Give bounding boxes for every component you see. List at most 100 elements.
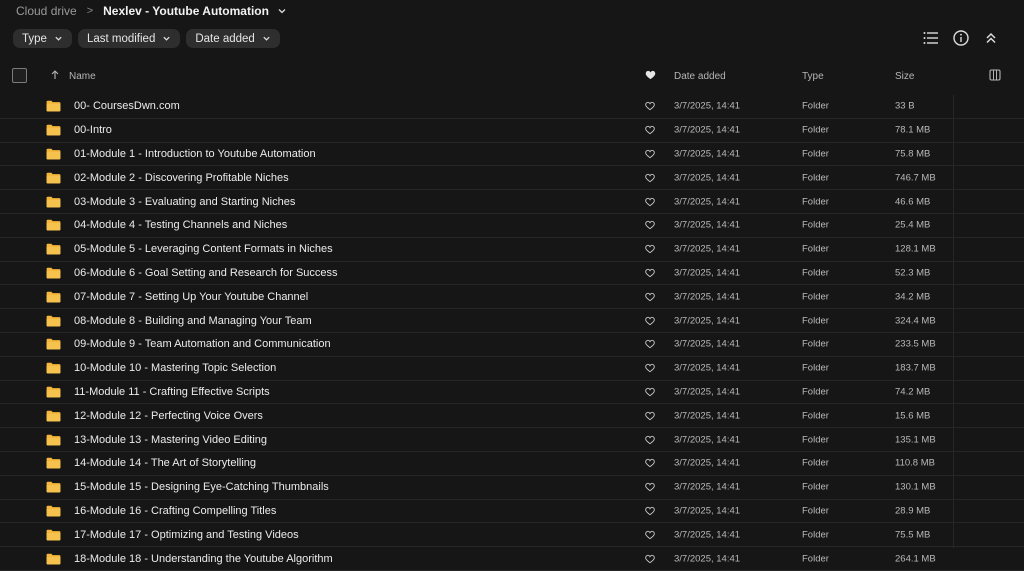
file-size: 78.1 MB bbox=[895, 124, 931, 136]
list-item[interactable]: 03-Module 3 - Evaluating and Starting Ni… bbox=[0, 190, 1024, 214]
sort-ascending-icon[interactable] bbox=[51, 70, 59, 83]
file-type: Folder bbox=[802, 243, 829, 255]
file-size: 15.6 MB bbox=[895, 410, 931, 422]
heart-outline-icon[interactable] bbox=[645, 506, 655, 516]
file-type: Folder bbox=[802, 505, 829, 517]
folder-icon bbox=[46, 505, 61, 517]
file-size: 264.1 MB bbox=[895, 553, 936, 565]
filter-date-added[interactable]: Date added bbox=[186, 29, 280, 48]
file-size: 233.5 MB bbox=[895, 338, 936, 350]
heart-outline-icon[interactable] bbox=[645, 292, 655, 301]
heart-outline-icon[interactable] bbox=[645, 173, 655, 183]
chevron-down-icon bbox=[54, 34, 63, 43]
file-name: 01-Module 1 - Introduction to Youtube Au… bbox=[74, 147, 316, 160]
file-size: 75.5 MB bbox=[895, 529, 931, 541]
list-item[interactable]: 00-Intro 3/7/2025, 14:41 Folder 78.1 MB bbox=[0, 119, 1024, 143]
column-header-size[interactable]: Size bbox=[895, 71, 914, 82]
list-item[interactable]: 04-Module 4 - Testing Channels and Niche… bbox=[0, 214, 1024, 238]
file-size: 46.6 MB bbox=[895, 196, 931, 208]
file-type: Folder bbox=[802, 553, 829, 565]
list-view-icon[interactable] bbox=[922, 29, 940, 47]
file-name: 08-Module 8 - Building and Managing Your… bbox=[74, 314, 312, 327]
heart-outline-icon[interactable] bbox=[645, 126, 655, 135]
date-added: 3/7/2025, 14:41 bbox=[674, 410, 741, 422]
file-name: 00-Intro bbox=[74, 124, 112, 137]
file-type: Folder bbox=[802, 196, 829, 208]
chevron-down-icon bbox=[162, 34, 171, 43]
list-item[interactable]: 05-Module 5 - Leveraging Content Formats… bbox=[0, 238, 1024, 262]
file-size: 28.9 MB bbox=[895, 505, 931, 517]
file-name: 16-Module 16 - Crafting Compelling Title… bbox=[74, 504, 277, 517]
list-item[interactable]: 06-Module 6 - Goal Setting and Research … bbox=[0, 262, 1024, 286]
list-item[interactable]: 11-Module 11 - Crafting Effective Script… bbox=[0, 381, 1024, 405]
file-name: 02-Module 2 - Discovering Profitable Nic… bbox=[74, 171, 289, 184]
heart-outline-icon[interactable] bbox=[645, 459, 655, 468]
list-item[interactable]: 07-Module 7 - Setting Up Your Youtube Ch… bbox=[0, 285, 1024, 310]
heart-outline-icon[interactable] bbox=[645, 102, 655, 111]
list-item[interactable]: 08-Module 8 - Building and Managing Your… bbox=[0, 309, 1024, 333]
date-added: 3/7/2025, 14:41 bbox=[674, 553, 741, 565]
list-item[interactable]: 01-Module 1 - Introduction to Youtube Au… bbox=[0, 143, 1024, 167]
file-type: Folder bbox=[802, 219, 829, 231]
heart-outline-icon[interactable] bbox=[645, 482, 655, 492]
list-item[interactable]: 18-Module 18 - Understanding the Youtube… bbox=[0, 547, 1024, 571]
filter-last-modified[interactable]: Last modified bbox=[77, 29, 181, 48]
breadcrumb-root[interactable]: Cloud drive bbox=[16, 4, 77, 18]
file-name: 09-Module 9 - Team Automation and Commun… bbox=[74, 338, 331, 351]
heart-outline-icon[interactable] bbox=[645, 197, 655, 206]
date-added: 3/7/2025, 14:41 bbox=[674, 315, 741, 327]
heart-outline-icon[interactable] bbox=[645, 244, 655, 254]
select-all-checkbox[interactable] bbox=[12, 68, 27, 83]
heart-outline-icon[interactable] bbox=[645, 149, 655, 159]
file-type: Folder bbox=[802, 267, 829, 279]
file-size: 25.4 MB bbox=[895, 219, 931, 231]
column-header-type[interactable]: Type bbox=[802, 71, 824, 82]
heart-outline-icon[interactable] bbox=[645, 221, 655, 230]
date-added: 3/7/2025, 14:41 bbox=[674, 148, 741, 160]
list-item[interactable]: 16-Module 16 - Crafting Compelling Title… bbox=[0, 500, 1024, 524]
info-icon[interactable] bbox=[952, 29, 970, 47]
file-size: 110.8 MB bbox=[895, 457, 935, 469]
chevron-down-icon[interactable] bbox=[277, 6, 287, 16]
date-added: 3/7/2025, 14:41 bbox=[674, 457, 741, 469]
heart-outline-icon[interactable] bbox=[645, 530, 655, 539]
file-type: Folder bbox=[802, 410, 829, 422]
view-actions bbox=[922, 29, 1000, 47]
list-item[interactable]: 13-Module 13 - Mastering Video Editing 3… bbox=[0, 428, 1024, 452]
collapse-up-icon[interactable] bbox=[982, 29, 1000, 47]
list-item[interactable]: 09-Module 9 - Team Automation and Commun… bbox=[0, 333, 1024, 357]
breadcrumb-current[interactable]: Nexlev - Youtube Automation bbox=[103, 4, 269, 18]
column-settings-icon[interactable] bbox=[989, 69, 1001, 84]
heart-outline-icon[interactable] bbox=[645, 316, 655, 325]
heart-outline-icon[interactable] bbox=[645, 363, 655, 373]
date-added: 3/7/2025, 14:41 bbox=[674, 219, 741, 231]
heart-outline-icon[interactable] bbox=[645, 411, 655, 420]
filter-bar: Type Last modified Date added bbox=[13, 29, 280, 48]
list-item[interactable]: 00- CoursesDwn.com 3/7/2025, 14:41 Folde… bbox=[0, 95, 1024, 119]
file-type: Folder bbox=[802, 338, 829, 350]
heart-outline-icon[interactable] bbox=[645, 554, 655, 563]
date-added: 3/7/2025, 14:41 bbox=[674, 434, 741, 446]
breadcrumb-separator: > bbox=[86, 5, 94, 17]
heart-outline-icon[interactable] bbox=[645, 435, 655, 444]
date-added: 3/7/2025, 14:41 bbox=[674, 172, 741, 184]
file-name: 03-Module 3 - Evaluating and Starting Ni… bbox=[74, 195, 296, 208]
list-item[interactable]: 02-Module 2 - Discovering Profitable Nic… bbox=[0, 166, 1024, 191]
heart-outline-icon[interactable] bbox=[645, 387, 655, 397]
heart-icon[interactable] bbox=[645, 70, 656, 83]
list-item[interactable]: 17-Module 17 - Optimizing and Testing Vi… bbox=[0, 523, 1024, 548]
breadcrumb: Cloud drive > Nexlev - Youtube Automatio… bbox=[16, 3, 287, 19]
column-header-name[interactable]: Name bbox=[69, 71, 96, 82]
list-item[interactable]: 15-Module 15 - Designing Eye-Catching Th… bbox=[0, 476, 1024, 500]
list-item[interactable]: 12-Module 12 - Perfecting Voice Overs 3/… bbox=[0, 404, 1024, 429]
filter-type[interactable]: Type bbox=[13, 29, 72, 48]
file-size: 324.4 MB bbox=[895, 315, 936, 327]
list-item[interactable]: 14-Module 14 - The Art of Storytelling 3… bbox=[0, 452, 1024, 476]
table-header: Name Date added Type Size bbox=[0, 64, 1024, 88]
heart-outline-icon[interactable] bbox=[645, 268, 655, 278]
file-name: 00- CoursesDwn.com bbox=[74, 100, 180, 113]
heart-outline-icon[interactable] bbox=[645, 340, 655, 349]
column-header-date[interactable]: Date added bbox=[674, 71, 726, 82]
list-item[interactable]: 10-Module 10 - Mastering Topic Selection… bbox=[0, 357, 1024, 381]
folder-icon bbox=[46, 386, 61, 398]
